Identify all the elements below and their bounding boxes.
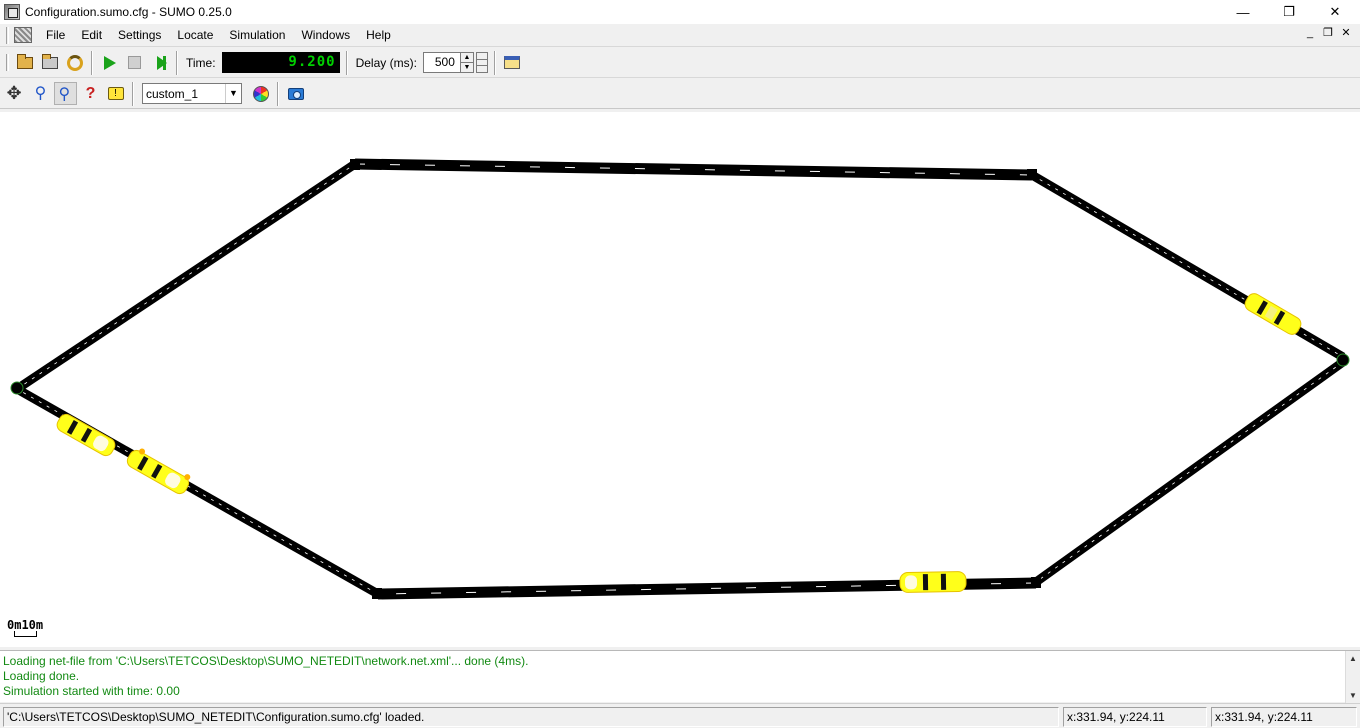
menu-locate[interactable]: Locate xyxy=(169,28,221,42)
reload-button[interactable] xyxy=(63,51,86,74)
road-edge[interactable] xyxy=(14,160,358,393)
delay-slider[interactable] xyxy=(475,52,488,73)
run-button[interactable] xyxy=(98,51,121,74)
vehicle[interactable] xyxy=(1243,291,1304,337)
query-button[interactable]: ? xyxy=(79,82,102,105)
vehicle[interactable] xyxy=(55,412,118,458)
scroll-up-icon[interactable]: ▲ xyxy=(1346,651,1360,666)
junction[interactable] xyxy=(1027,169,1037,180)
toolbar-grip[interactable] xyxy=(6,54,9,71)
scale-bar xyxy=(14,631,37,637)
mdi-restore-button[interactable]: ❐ xyxy=(1320,27,1336,41)
menubar-grip[interactable] xyxy=(6,26,9,44)
play-icon xyxy=(103,55,116,70)
step-button[interactable] xyxy=(148,51,171,74)
junction[interactable] xyxy=(1336,353,1350,367)
simulation-toolbar: Time: 9.200 Delay (ms): 500 ▲ ▼ xyxy=(0,48,1360,78)
vehicle[interactable] xyxy=(899,571,967,593)
new-view-button[interactable] xyxy=(501,51,524,74)
toolbar-separator xyxy=(132,81,134,106)
road-network xyxy=(10,158,1350,600)
tooltip-icon: ! xyxy=(107,87,124,100)
close-button[interactable]: ✕ xyxy=(1312,0,1358,24)
view-toolbar: ⚲ ? ! custom_1 ▼ xyxy=(0,79,1360,109)
zoom-button[interactable]: ⚲ xyxy=(29,82,52,105)
magnifier-icon: ⚲ xyxy=(34,84,47,102)
status-bar: 'C:\Users\TETCOS\Desktop\SUMO_NETEDIT\Co… xyxy=(0,703,1360,728)
delay-spinner[interactable]: ▲ ▼ xyxy=(460,52,474,73)
toolbar-separator xyxy=(91,50,93,75)
color-scheme-select[interactable]: custom_1 ▼ xyxy=(142,83,242,104)
recenter-view-button[interactable] xyxy=(4,82,27,105)
spin-up-icon[interactable]: ▲ xyxy=(461,53,473,62)
maximize-button[interactable]: ❐ xyxy=(1266,0,1312,24)
scroll-track[interactable] xyxy=(1346,666,1360,688)
new-view-icon xyxy=(504,56,521,69)
open-network-icon xyxy=(41,53,58,69)
road-edge[interactable] xyxy=(354,158,1033,181)
mdi-minimize-button[interactable]: _ xyxy=(1302,27,1318,41)
status-message: 'C:\Users\TETCOS\Desktop\SUMO_NETEDIT\Co… xyxy=(3,707,1059,727)
edit-coloring-button[interactable] xyxy=(249,82,272,105)
time-label: Time: xyxy=(186,55,216,70)
color-scheme-value: custom_1 xyxy=(146,86,199,101)
junction[interactable] xyxy=(372,588,382,599)
message-line: Loading done. xyxy=(3,669,80,683)
menu-settings[interactable]: Settings xyxy=(110,28,169,42)
vehicle[interactable] xyxy=(125,444,193,496)
cartesian-coordinates: x:331.94, y:224.11 xyxy=(1211,707,1357,727)
locate-icon xyxy=(57,84,75,104)
mdi-window-icon[interactable] xyxy=(14,27,32,43)
color-wheel-icon xyxy=(252,85,269,102)
junction[interactable] xyxy=(10,381,24,395)
delay-label: Delay (ms): xyxy=(355,55,417,70)
open-simulation-button[interactable] xyxy=(13,51,36,74)
scroll-down-icon[interactable]: ▼ xyxy=(1346,688,1360,703)
locate-button[interactable] xyxy=(54,82,77,105)
open-network-button[interactable] xyxy=(38,51,61,74)
menu-file[interactable]: File xyxy=(38,28,73,42)
message-scrollbar[interactable]: ▲ ▼ xyxy=(1345,651,1360,703)
network-canvas[interactable] xyxy=(0,112,1360,647)
toolbar-separator xyxy=(277,81,279,106)
reload-icon xyxy=(66,54,83,71)
stop-button[interactable] xyxy=(123,51,146,74)
recenter-icon xyxy=(7,83,25,104)
mdi-close-button[interactable]: ✕ xyxy=(1338,27,1354,41)
window-title: Configuration.sumo.cfg - SUMO 0.25.0 xyxy=(25,5,232,19)
step-icon xyxy=(156,55,167,70)
tooltip-button[interactable]: ! xyxy=(104,82,127,105)
spin-down-icon[interactable]: ▼ xyxy=(460,62,473,72)
junction[interactable] xyxy=(350,159,360,170)
chevron-down-icon[interactable]: ▼ xyxy=(225,84,241,103)
toolbar-separator xyxy=(493,50,496,75)
message-line: Loading net-file from 'C:\Users\TETCOS\D… xyxy=(3,654,529,668)
menu-windows[interactable]: Windows xyxy=(293,28,358,42)
toolbar-separator xyxy=(176,50,178,75)
toolbar-separator xyxy=(345,50,348,75)
camera-icon xyxy=(287,87,304,100)
menu-bar: File Edit Settings Locate Simulation Win… xyxy=(0,24,1360,47)
stop-icon xyxy=(128,56,141,69)
screenshot-button[interactable] xyxy=(284,82,307,105)
menu-simulation[interactable]: Simulation xyxy=(221,28,293,42)
message-window: Loading net-file from 'C:\Users\TETCOS\D… xyxy=(0,650,1360,703)
sumo-app-icon xyxy=(4,4,20,20)
open-folder-icon xyxy=(16,53,33,69)
delay-input[interactable]: 500 xyxy=(422,52,461,73)
query-icon: ? xyxy=(85,84,96,102)
menu-help[interactable]: Help xyxy=(358,28,399,42)
menu-edit[interactable]: Edit xyxy=(73,28,110,42)
window-title-bar: Configuration.sumo.cfg - SUMO 0.25.0 — ❐… xyxy=(0,0,1360,24)
junction[interactable] xyxy=(1031,577,1041,588)
message-line: Simulation started with time: 0.00 xyxy=(3,684,180,698)
vehicles xyxy=(55,291,1304,593)
simulation-view[interactable]: 0m10m xyxy=(0,112,1360,647)
time-display: 9.200 xyxy=(221,52,340,73)
minimize-button[interactable]: — xyxy=(1220,0,1266,24)
scale-label: 0m10m xyxy=(7,618,44,632)
geo-coordinates: x:331.94, y:224.11 xyxy=(1063,707,1207,727)
